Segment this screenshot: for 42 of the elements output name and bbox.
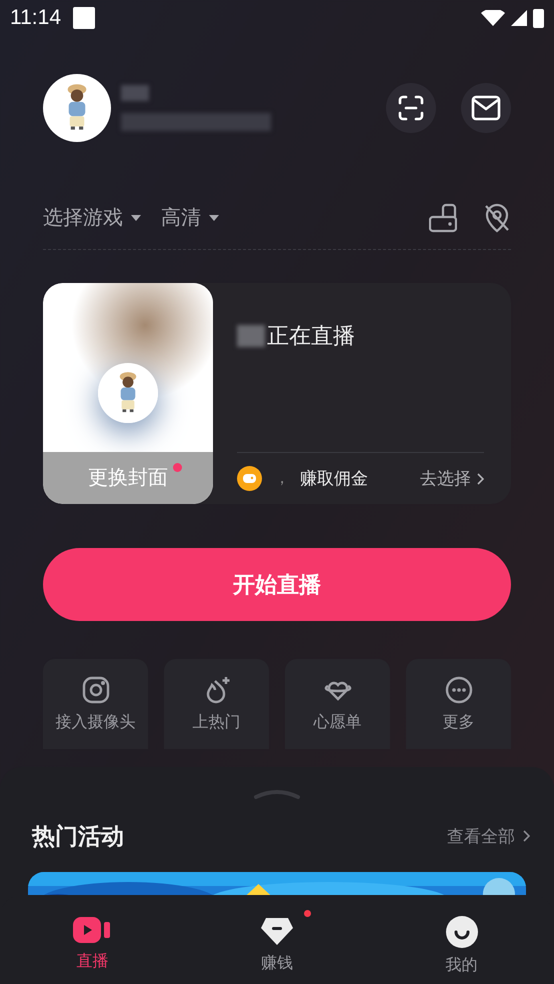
scan-button[interactable] <box>386 83 436 133</box>
location-off-icon[interactable] <box>483 202 511 232</box>
start-live-button[interactable]: 开始直播 <box>43 548 511 621</box>
blurred-name <box>237 324 265 346</box>
more-icon <box>444 675 474 705</box>
mail-icon <box>471 95 501 121</box>
chevron-icon <box>523 830 530 842</box>
scan-icon <box>397 94 425 122</box>
avatar-icon <box>98 362 158 422</box>
tool-tile[interactable]: 心愿单 <box>285 659 390 749</box>
view-all-link[interactable]: 查看全部 <box>447 824 530 849</box>
tool-tile[interactable]: 上热门 <box>164 659 269 749</box>
nav-tab[interactable]: 我的 <box>369 895 554 984</box>
commission-text: 赚取佣金 <box>300 468 368 490</box>
game-selector[interactable]: 选择游戏 <box>43 202 141 232</box>
notification-icon <box>73 7 95 29</box>
status-time: 11:14 <box>10 5 61 32</box>
live-title: 正在直播 <box>267 322 355 350</box>
nav-tab[interactable]: 直播 <box>0 895 185 984</box>
tool-tile[interactable]: 更多 <box>406 659 511 749</box>
signal-icon <box>511 10 527 26</box>
camera-icon <box>80 675 110 705</box>
battery-icon <box>533 8 544 28</box>
blurred-name <box>121 85 149 101</box>
sheet-handle-icon[interactable] <box>253 789 301 799</box>
chevron-icon <box>477 472 484 484</box>
select-link[interactable]: 去选择 <box>420 466 484 492</box>
caret-icon <box>131 214 141 220</box>
unlock-icon[interactable] <box>429 202 457 232</box>
section-title: 热门活动 <box>32 822 124 851</box>
avatar-icon <box>43 74 111 142</box>
tool-tile[interactable]: 接入摄像头 <box>43 659 148 749</box>
wifi-icon <box>481 10 505 26</box>
nav-tab[interactable]: 赚钱 <box>184 895 370 984</box>
quality-selector[interactable]: 高清 <box>161 202 219 232</box>
caret-icon <box>209 214 219 220</box>
gamepad-icon <box>237 466 262 491</box>
comma: ， <box>274 468 290 488</box>
message-button[interactable] <box>461 83 511 133</box>
video-camera-icon <box>73 916 112 944</box>
smile-icon <box>446 916 478 948</box>
diamond-icon <box>260 916 294 946</box>
